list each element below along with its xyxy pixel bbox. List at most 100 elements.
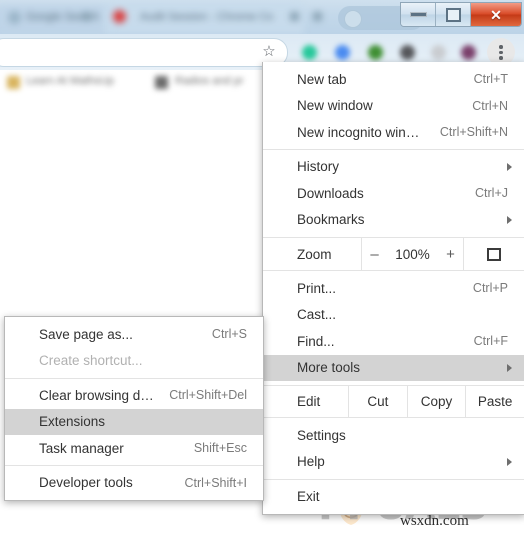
menu-separator — [263, 149, 524, 150]
bookmark-icon-2 — [155, 76, 168, 89]
zoom-percentage: 100% — [395, 246, 430, 262]
zoom-out-button[interactable]: – — [368, 246, 382, 263]
menu-item-label: Task manager — [39, 440, 124, 456]
address-bar[interactable] — [0, 38, 288, 67]
menu-item-label: Exit — [297, 488, 320, 504]
menu-item-label: Find... — [297, 333, 335, 349]
chevron-right-icon — [507, 162, 512, 171]
menu-item-label: Create shortcut... — [39, 353, 143, 369]
menu-item-accelerator: Ctrl+P — [472, 281, 508, 296]
menu-bottom-padding — [263, 510, 524, 514]
minimize-button[interactable] — [401, 3, 436, 26]
extension-icon-5[interactable] — [431, 45, 446, 60]
window-controls: ✕ — [400, 2, 522, 27]
menu-item-accelerator: Ctrl+J — [475, 186, 508, 201]
zoom-in-button[interactable]: + — [444, 246, 458, 263]
menu-item-new-window[interactable]: New window Ctrl+N — [263, 93, 524, 120]
menu-item-label: New incognito window — [297, 124, 426, 140]
fullscreen-button[interactable] — [464, 238, 524, 270]
extension-icon-2[interactable] — [335, 45, 350, 60]
menu-item-label: Print... — [297, 280, 337, 296]
menu-item-cast[interactable]: Cast... — [263, 302, 524, 329]
tab-favicon-2 — [113, 10, 126, 23]
bookmark-icon-1 — [7, 76, 20, 89]
menu-item-label: New tab — [297, 71, 347, 87]
chevron-right-icon — [507, 363, 512, 372]
bookmark-star-icon[interactable]: ☆ — [261, 44, 277, 60]
menu-item-exit[interactable]: Exit — [263, 483, 524, 510]
fullscreen-icon — [487, 247, 501, 261]
menu-item-bookmarks[interactable]: Bookmarks — [263, 207, 524, 234]
chrome-main-menu: New tab Ctrl+T New window Ctrl+N New inc… — [262, 62, 524, 515]
menu-item-accelerator: Shift+Esc — [193, 441, 247, 456]
menu-item-settings[interactable]: Settings — [263, 422, 524, 449]
menu-row-zoom: Zoom – 100% + — [263, 237, 524, 271]
menu-item-label: Clear browsing data... — [39, 387, 155, 403]
cut-button[interactable]: Cut — [348, 386, 407, 417]
avatar[interactable] — [344, 10, 362, 28]
menu-item-label: Extensions — [39, 414, 106, 430]
menu-dot-1 — [499, 45, 503, 49]
menu-item-accelerator: Ctrl+Shift+Del — [169, 388, 247, 403]
title-bar: Google Search Audit Session - Chrome Co … — [0, 0, 524, 34]
menu-item-help[interactable]: Help — [263, 449, 524, 476]
domain-watermark: wsxdn.com — [400, 513, 469, 529]
submenu-separator — [5, 465, 263, 466]
menu-item-print[interactable]: Print... Ctrl+P — [263, 275, 524, 302]
bookmark-label-1[interactable]: Learn At MathsUp — [26, 75, 114, 87]
menu-item-label: Downloads — [297, 185, 364, 201]
new-tab-icon[interactable] — [313, 12, 322, 21]
menu-item-label: Bookmarks — [297, 212, 365, 228]
chevron-right-icon — [507, 457, 512, 466]
menu-item-history[interactable]: History — [263, 154, 524, 181]
close-button[interactable]: ✕ — [471, 3, 521, 26]
restore-icon — [445, 7, 461, 22]
copy-button[interactable]: Copy — [406, 386, 466, 417]
menu-item-accelerator: Ctrl+Shift+I — [184, 475, 247, 490]
chevron-right-icon — [507, 215, 512, 224]
submenu-item-task-manager[interactable]: Task manager Shift+Esc — [5, 435, 263, 462]
bookmark-label-2[interactable]: Radios and pr — [175, 75, 244, 87]
menu-item-accelerator: Ctrl+F — [473, 334, 508, 349]
menu-item-label: New window — [297, 98, 373, 114]
extension-icon-3[interactable] — [368, 45, 383, 60]
tab-close-icon-1[interactable] — [82, 12, 91, 21]
menu-dot-2 — [499, 50, 503, 54]
menu-separator — [263, 478, 524, 480]
close-icon: ✕ — [490, 6, 502, 23]
bookmarks-items: Learn At MathsUp Radios and pr — [0, 70, 280, 96]
zoom-controls: – 100% + — [361, 238, 464, 270]
submenu-item-save-page-as[interactable]: Save page as... Ctrl+S — [5, 321, 263, 348]
menu-item-accelerator: Ctrl+T — [473, 72, 508, 87]
submenu-item-create-shortcut: Create shortcut... — [5, 348, 263, 375]
tab-close-icon-2[interactable] — [290, 12, 299, 21]
menu-item-label: Cast... — [297, 307, 337, 323]
extension-icon-6[interactable] — [461, 45, 476, 60]
edit-label: Edit — [297, 394, 321, 409]
menu-item-new-incognito-window[interactable]: New incognito window Ctrl+Shift+N — [263, 119, 524, 146]
menu-item-downloads[interactable]: Downloads Ctrl+J — [263, 180, 524, 207]
extension-icon-4[interactable] — [400, 45, 415, 60]
extension-icon-1[interactable] — [302, 45, 317, 60]
menu-item-label: Developer tools — [39, 475, 133, 491]
menu-item-accelerator: Ctrl+N — [472, 98, 508, 113]
zoom-label: Zoom — [297, 246, 332, 262]
submenu-separator — [5, 377, 263, 379]
more-tools-submenu: Save page as... Ctrl+S Create shortcut..… — [4, 316, 264, 501]
submenu-bottom-padding — [5, 496, 263, 500]
menu-row-edit: Edit Cut Copy Paste — [263, 385, 524, 418]
paste-button[interactable]: Paste — [465, 386, 524, 417]
maximize-button[interactable] — [436, 3, 471, 26]
minimize-icon — [409, 12, 427, 17]
submenu-item-clear-browsing-data[interactable]: Clear browsing data... Ctrl+Shift+Del — [5, 382, 263, 409]
menu-dot-3 — [499, 56, 503, 60]
menu-item-accelerator: Ctrl+S — [211, 327, 247, 342]
tab-title-2: Audit Session - Chrome Co — [140, 11, 274, 23]
tab-favicon-1 — [8, 11, 21, 24]
menu-item-label: Help — [297, 454, 325, 470]
menu-item-find[interactable]: Find... Ctrl+F — [263, 328, 524, 355]
menu-item-more-tools[interactable]: More tools — [263, 354, 524, 381]
menu-item-new-tab[interactable]: New tab Ctrl+T — [263, 66, 524, 93]
submenu-item-extensions[interactable]: Extensions — [5, 408, 263, 435]
submenu-item-developer-tools[interactable]: Developer tools Ctrl+Shift+I — [5, 470, 263, 497]
